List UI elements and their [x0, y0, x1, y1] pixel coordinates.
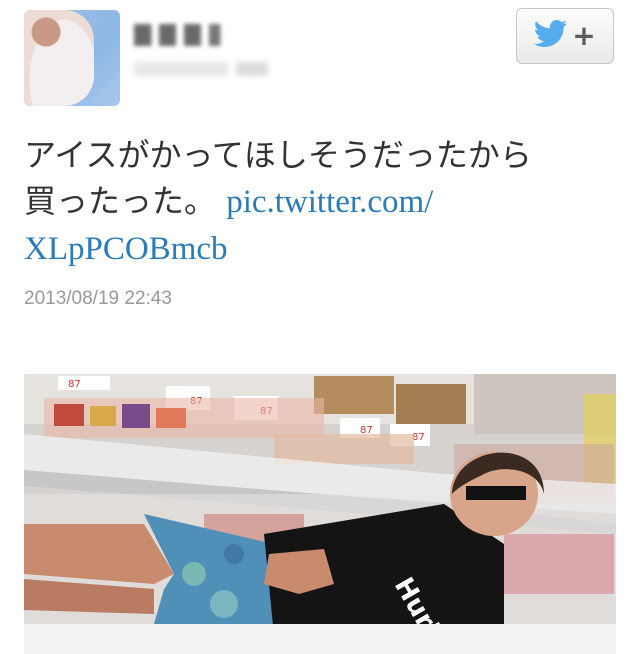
cardboard-box: [314, 376, 394, 414]
follow-button[interactable]: +: [516, 8, 614, 64]
tweet-text: アイスがかってほしそうだったから 買ったった。 pic.twitter.com/…: [24, 132, 616, 272]
twitter-bird-icon: [534, 19, 568, 53]
tweet-photo[interactable]: 87 87 87 87 87: [24, 374, 616, 654]
tweet-text-line-1: アイスがかってほしそうだったから: [24, 136, 532, 174]
price-tag-1: 87: [68, 379, 81, 390]
tweet-text-line-2: 買ったった。: [24, 182, 217, 220]
pic-link-part-2[interactable]: XLpPCOBmcb: [24, 231, 228, 267]
handle-redacted[interactable]: [134, 62, 268, 76]
follow-plus-icon: +: [572, 19, 596, 52]
user-avatar[interactable]: [24, 10, 120, 106]
face-censor-bar: [466, 486, 526, 500]
freezer-edge: [24, 624, 616, 654]
pic-link-part-1[interactable]: pic.twitter.com/: [226, 184, 433, 220]
display-name-redacted[interactable]: [134, 24, 230, 46]
avatar-photo: [24, 10, 94, 106]
cardboard-box-2: [396, 384, 466, 424]
tweet-timestamp[interactable]: 2013/08/19 22:43: [24, 288, 172, 310]
